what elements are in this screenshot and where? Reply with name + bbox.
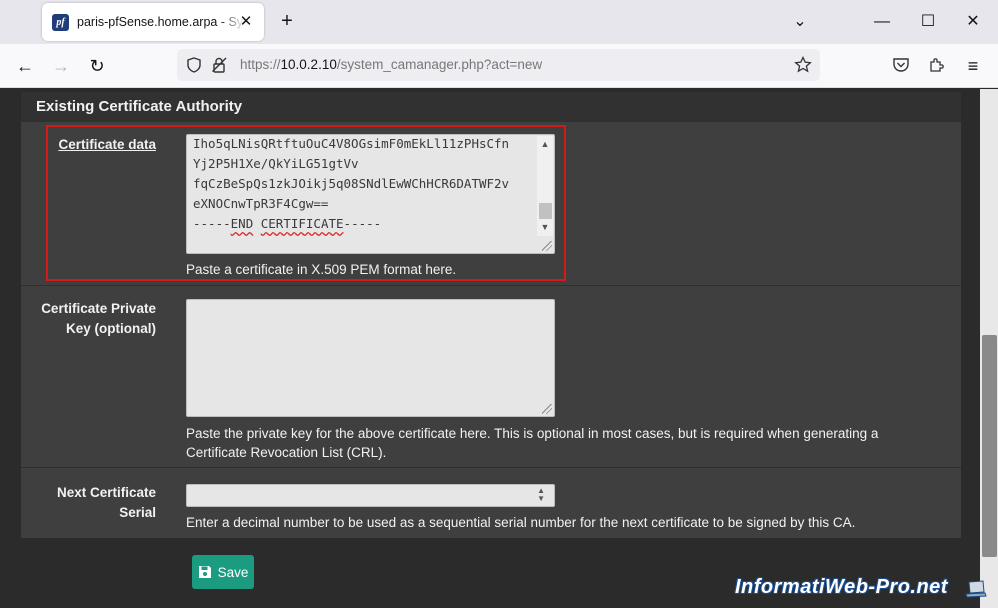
menu-icon[interactable]: ≡ xyxy=(961,54,985,78)
maximize-icon[interactable]: ☐ xyxy=(918,12,938,32)
tab-title: paris-pfSense.home.arpa - System: Certif… xyxy=(77,15,245,29)
address-bar[interactable]: https://10.0.2.10/system_camanager.php?a… xyxy=(177,49,820,81)
bookmark-star-icon[interactable] xyxy=(794,56,812,74)
resize-grip-icon[interactable] xyxy=(542,404,552,414)
reload-icon[interactable]: ↻ xyxy=(85,54,109,78)
browser-tab[interactable]: pf paris-pfSense.home.arpa - System: Cer… xyxy=(42,3,264,41)
pfsense-favicon-icon: pf xyxy=(52,13,69,31)
forward-icon[interactable]: → xyxy=(49,54,73,78)
watermark-text: InformatiWeb-Pro.net xyxy=(735,576,948,598)
private-key-label: Certificate Private Key (optional) xyxy=(41,301,156,336)
panel-title: Existing Certificate Authority xyxy=(21,92,961,122)
private-key-textarea[interactable] xyxy=(186,299,555,417)
minimize-icon[interactable]: — xyxy=(872,12,892,32)
row-divider xyxy=(21,467,961,468)
highlight-box xyxy=(46,125,566,281)
tab-list-chevron-icon[interactable]: ⌄ xyxy=(790,12,810,32)
laptop-logo-icon xyxy=(965,580,987,598)
private-key-help: Paste the private key for the above cert… xyxy=(186,426,879,460)
number-spinner-icon[interactable]: ▲ ▼ xyxy=(537,487,545,503)
insecure-lock-icon[interactable] xyxy=(212,57,230,73)
close-tab-icon[interactable]: ✕ xyxy=(238,14,254,30)
browser-nav-bar: ← → ↻ https://10.0.2.10/system_camanager… xyxy=(0,44,998,88)
browser-tab-bar: pf paris-pfSense.home.arpa - System: Cer… xyxy=(0,0,998,44)
row-divider xyxy=(21,285,961,286)
next-serial-input[interactable]: ▲ ▼ xyxy=(186,484,555,507)
page-scrollbar-thumb[interactable] xyxy=(982,335,997,557)
next-serial-label: Next Certificate Serial xyxy=(56,485,156,520)
close-window-icon[interactable]: ✕ xyxy=(963,12,983,32)
save-button-label: Save xyxy=(217,564,249,580)
next-serial-help: Enter a decimal number to be used as a s… xyxy=(186,515,856,530)
url-text: https://10.0.2.10/system_camanager.php?a… xyxy=(240,57,543,72)
save-button[interactable]: Save xyxy=(192,555,254,589)
pocket-icon[interactable] xyxy=(892,56,910,74)
new-tab-icon[interactable]: + xyxy=(276,10,298,32)
extensions-icon[interactable] xyxy=(928,56,946,74)
floppy-disk-icon xyxy=(198,566,211,578)
shield-icon[interactable] xyxy=(186,57,202,73)
back-icon[interactable]: ← xyxy=(13,54,37,78)
